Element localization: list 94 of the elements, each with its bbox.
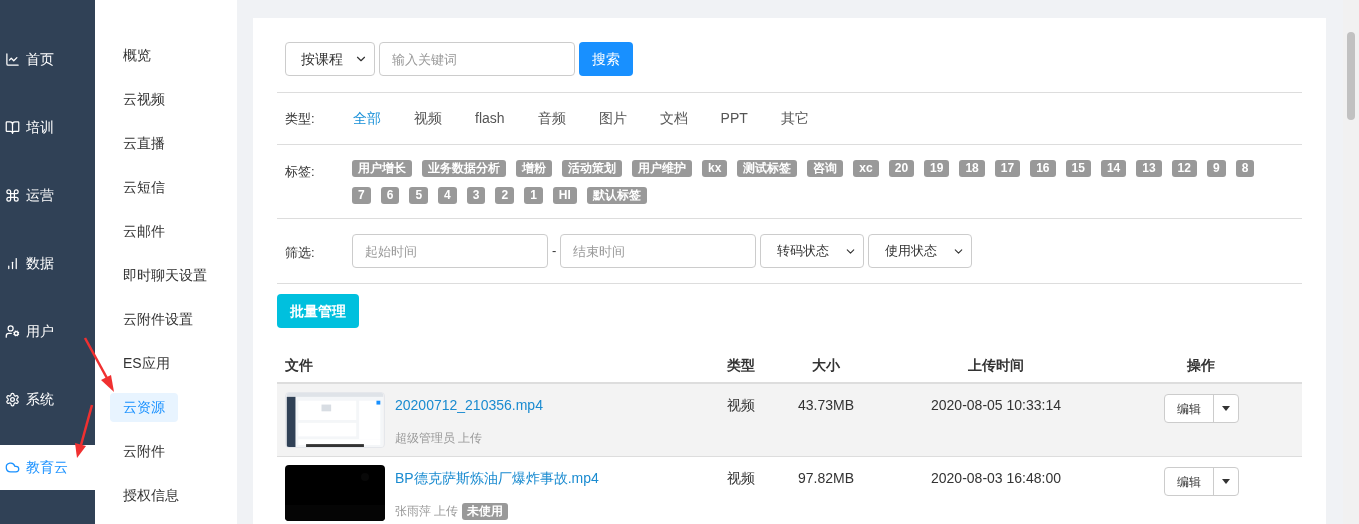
submenu-item[interactable]: 云直播 xyxy=(110,128,178,158)
tag-chip[interactable]: 16 xyxy=(1030,160,1056,177)
filter-label: 筛选: xyxy=(285,244,316,263)
tag-chip[interactable]: 20 xyxy=(888,160,915,177)
tag-chip[interactable]: 7 xyxy=(352,187,371,204)
tag-chip[interactable]: 3 xyxy=(466,187,486,204)
submenu-item[interactable]: 云附件设置 xyxy=(110,304,206,334)
tag-chip[interactable]: 18 xyxy=(959,160,985,177)
sidebar-item[interactable]: 用户 xyxy=(0,309,95,354)
annotation-arrow xyxy=(75,404,94,458)
tag-chip[interactable]: 增粉 xyxy=(516,160,552,177)
sidebar-item[interactable]: 首页 xyxy=(0,37,95,82)
type-option[interactable]: 其它 xyxy=(780,108,809,129)
tag-chip[interactable]: 5 xyxy=(409,187,429,204)
submenu-item[interactable]: 云短信 xyxy=(110,172,178,202)
filter-label: 标签: xyxy=(285,163,316,181)
submenu-item[interactable]: 即时聊天设置 xyxy=(110,260,220,290)
tag-chip[interactable]: 4 xyxy=(438,187,457,204)
settings-icon xyxy=(5,392,20,407)
scope-select[interactable]: 按课程 xyxy=(285,42,375,76)
uploader-text: 超级管理员 上传 xyxy=(395,430,483,447)
caret-icon xyxy=(1221,406,1230,411)
type-option[interactable]: flash xyxy=(475,108,505,129)
chart-icon xyxy=(5,52,20,67)
type-option[interactable]: 音频 xyxy=(537,108,566,129)
tag-chip[interactable]: 6 xyxy=(380,187,400,204)
status-select[interactable]: 使用状态 xyxy=(868,234,973,268)
type-option[interactable]: 图片 xyxy=(598,108,627,129)
tag-chip[interactable]: xc xyxy=(853,160,879,177)
tag-chip[interactable]: 19 xyxy=(924,160,950,177)
tag-chip[interactable]: 用户维护 xyxy=(632,160,692,177)
submenu-item[interactable]: 授权信息 xyxy=(110,480,192,510)
tag-chip[interactable]: 咨询 xyxy=(807,160,844,177)
tag-chip[interactable]: 业务数据分析 xyxy=(422,160,506,177)
status-select[interactable]: 转码状态 xyxy=(760,234,865,268)
status-badge: 未使用 xyxy=(462,502,509,520)
submenu-item[interactable]: 云资源 xyxy=(110,392,178,422)
sidebar-item[interactable]: 数据 xyxy=(0,241,95,286)
book-icon xyxy=(5,120,20,135)
submenu-item[interactable]: 云附件 xyxy=(110,436,178,466)
tag-chip[interactable]: 2 xyxy=(495,187,515,204)
batch-manage-button[interactable]: 批量管理 xyxy=(277,294,359,328)
sidebar-item[interactable]: 系统 xyxy=(0,377,95,422)
column-header: 类型 xyxy=(726,355,756,375)
type-option[interactable]: 文档 xyxy=(659,108,688,129)
submenu-item[interactable]: 云视频 xyxy=(110,84,178,114)
bar-chart-icon xyxy=(5,256,20,271)
file-link[interactable]: BP德克萨斯炼油厂爆炸事故.mp4 xyxy=(395,468,599,489)
uploader-text: 张雨萍 上传 xyxy=(395,503,459,520)
tag-chip[interactable]: 默认标签 xyxy=(586,187,647,204)
sidebar-item[interactable]: 培训 xyxy=(0,105,95,150)
tag-chip[interactable]: HI xyxy=(552,187,577,204)
tag-chip[interactable]: 14 xyxy=(1100,160,1127,177)
tag-chip[interactable]: 用户增长 xyxy=(352,160,412,177)
date-cell-text: 2020-08-05 10:33:14 xyxy=(930,396,1062,415)
type-cell-text: 视频 xyxy=(726,396,756,415)
column-header: 文件 xyxy=(284,355,314,375)
keyword-field[interactable]: 输入关键词 xyxy=(379,42,575,76)
type-option[interactable]: 全部 xyxy=(353,108,381,129)
tag-chip[interactable]: kx xyxy=(702,160,728,177)
submenu-item[interactable]: 概览 xyxy=(110,40,164,70)
end-time-field[interactable]: 结束时间 xyxy=(560,234,757,268)
tag-chip[interactable]: 17 xyxy=(994,160,1021,177)
tag-chip[interactable]: 9 xyxy=(1206,160,1226,177)
range-separator: - xyxy=(551,242,558,261)
type-option[interactable]: PPT xyxy=(720,108,748,129)
file-link[interactable]: 20200712_210356.mp4 xyxy=(395,395,543,416)
tag-chip[interactable]: 8 xyxy=(1235,160,1255,177)
command-icon xyxy=(5,188,20,203)
size-cell-text: 43.73MB xyxy=(796,396,855,415)
column-header: 操作 xyxy=(1186,355,1216,375)
tag-chip[interactable]: 活动策划 xyxy=(562,160,622,177)
caret-icon xyxy=(1221,479,1230,484)
submenu-item[interactable]: 云邮件 xyxy=(110,216,178,246)
size-cell-text: 97.82MB xyxy=(796,469,855,488)
type-option[interactable]: 视频 xyxy=(414,108,442,129)
date-cell-text: 2020-08-03 16:48:00 xyxy=(930,469,1062,488)
search-button[interactable]: 搜索 xyxy=(579,42,633,76)
type-cell-text: 视频 xyxy=(726,469,756,488)
submenu-item[interactable]: ES应用 xyxy=(110,348,183,378)
column-header: 上传时间 xyxy=(967,355,1025,375)
cloud-icon xyxy=(5,460,20,475)
start-time-field[interactable]: 起始时间 xyxy=(352,234,548,268)
sidebar-item[interactable]: 运营 xyxy=(0,173,95,218)
tag-chip[interactable]: 测试标签 xyxy=(737,160,798,177)
tag-chip[interactable]: 1 xyxy=(524,187,543,204)
tag-chip[interactable]: 12 xyxy=(1171,160,1197,177)
tag-chip[interactable]: 15 xyxy=(1065,160,1091,177)
user-icon xyxy=(5,324,20,339)
filter-label: 类型: xyxy=(285,109,316,128)
annotation-arrow xyxy=(83,337,114,392)
sidebar-item[interactable]: 教育云 xyxy=(0,445,95,490)
tag-chip[interactable]: 13 xyxy=(1136,160,1162,177)
column-header: 大小 xyxy=(811,355,841,375)
